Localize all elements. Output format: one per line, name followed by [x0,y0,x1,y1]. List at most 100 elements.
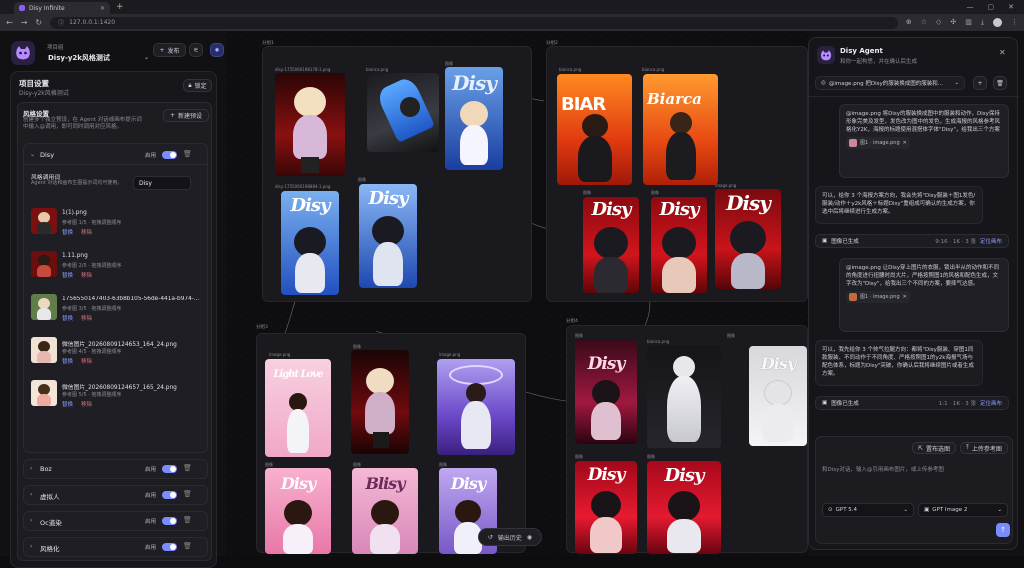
preset-card-boz[interactable]: › Boz 启用 🗑︎ [23,459,208,479]
canvas-group-2[interactable]: bianca.png BIAR bianca.png Biarca 图像 Dis… [546,46,808,302]
replace-link[interactable]: 替换 [62,357,73,365]
canvas-group-1[interactable]: disy-1755060198178-1.png bianca.png 图像 D… [262,46,532,302]
enable-toggle[interactable] [162,465,177,473]
canvas-image[interactable] [647,346,721,448]
image-canvas[interactable]: 分组1 disy-1755060198178-1.png bianca.png … [226,31,808,556]
enable-toggle[interactable] [162,517,177,525]
close-icon[interactable]: ✕ [903,293,907,301]
new-tab-icon[interactable]: + [116,2,124,12]
locate-canvas-link[interactable]: 定位画布 [980,399,1002,407]
session-select[interactable]: ◎ @image.png 把Disy的服装换成图的服装和... ⌄ [815,76,965,90]
text-model-select[interactable]: ⊙ GPT 5.4 ⌄ [822,503,914,517]
lock-button[interactable]: 🔒︎ 锁定 [183,79,212,92]
replace-link[interactable]: 替换 [62,228,73,236]
canvas-image[interactable] [437,359,515,455]
back-icon[interactable]: ← [6,18,13,27]
extensions-puzzle-icon[interactable]: ✣ [950,18,956,27]
replace-link[interactable]: 替换 [62,314,73,322]
locate-canvas-link[interactable]: 定位画布 [980,237,1002,245]
theme-toggle-button[interactable]: ✹ [210,43,224,57]
split-view-icon[interactable]: ▥ [965,18,972,27]
remove-link[interactable]: 移除 [81,400,92,408]
output-history-button[interactable]: ↺ 输出历史 ◉ [478,528,542,546]
image-label: image.png [269,352,291,357]
canvas-image[interactable]: Light Love [265,359,331,457]
new-session-button[interactable]: + [973,76,987,90]
canvas-image[interactable]: Disy [359,184,417,288]
user-message: @image.png 让Disy穿上图片的衣服，锁出半从的动作和不同的角度进行扭… [839,258,1009,332]
canvas-image[interactable]: BIAR [557,74,632,185]
project-select[interactable]: Disy-y2k风格测试 ⌄ [44,51,150,64]
trash-icon[interactable]: 🗑︎ [183,490,192,498]
message-input[interactable]: 和Disy对话，输入@引用画布图片，或上传参考图 [822,465,1008,473]
canvas-image[interactable] [275,73,345,176]
upload-reference-button[interactable]: ⤒ 上传参考图 [960,442,1008,454]
reference-filename: 1(1).png [62,210,87,216]
canvas-image[interactable]: Biarca [643,74,718,185]
settings-sliders-button[interactable]: ⚟ [189,43,203,57]
canvas-image[interactable]: Disy [715,189,781,289]
agent-panel: Disy Agent 和你一起构思，并在确认后生成 ✕ ◎ @image.png… [808,37,1019,550]
canvas-image[interactable]: Disy [265,468,331,554]
style-section-desc: 创建多个独立预设，在 Agent 对话或画布提示词中输入@调用，即可同时调用对应… [23,117,142,130]
attachment-chip[interactable]: 图1 · image.png ✕ [846,137,910,149]
canvas-image[interactable]: Blisy [352,468,418,554]
canvas-image[interactable]: Disy [575,461,637,554]
canvas-group-3[interactable]: image.png Light Love 图像 image.png 图像 Dis… [256,333,526,554]
remove-link[interactable]: 移除 [81,228,92,236]
canvas-image[interactable]: Disy [575,340,637,444]
enable-toggle[interactable] [162,543,177,551]
canvas-image[interactable]: Disy [651,197,707,293]
forward-icon[interactable]: → [21,18,28,27]
trash-icon[interactable]: 🗑︎ [183,516,192,524]
canvas-image[interactable]: Disy [583,197,639,293]
trash-icon[interactable]: 🗑︎ [183,150,192,158]
extension-icon[interactable]: ◇ [936,18,941,27]
browser-menu-icon[interactable]: ⋮ [1011,18,1018,27]
replace-link[interactable]: 替换 [62,400,73,408]
publish-button[interactable]: + 发布 [153,43,186,57]
close-icon[interactable]: ✕ [903,139,907,147]
preset-card-stylized[interactable]: › 风格化 启用 🗑︎ [23,537,208,557]
new-preset-button[interactable]: + 新建预设 [163,109,209,122]
minimize-icon[interactable]: — [967,3,974,11]
canvas-image[interactable]: Disy [445,67,503,170]
browser-tab[interactable]: Disy Infinite ✕ [14,2,110,14]
close-window-icon[interactable]: ✕ [1008,3,1014,11]
close-panel-icon[interactable]: ✕ [999,48,1006,57]
profile-avatar[interactable] [993,18,1002,27]
canvas-image[interactable] [367,73,439,152]
canvas-image[interactable] [351,350,409,454]
address-bar[interactable]: ⓘ 127.0.0.1:1420 [50,16,898,29]
attachment-chip[interactable]: 图1 · image.png ✕ [846,291,910,303]
site-info-icon[interactable]: ⓘ [58,18,64,27]
delete-session-button[interactable]: 🗑︎ [993,76,1007,90]
keyword-input[interactable]: Disy [133,176,191,190]
maximize-icon[interactable]: ▢ [988,3,995,11]
trash-icon[interactable]: 🗑︎ [183,542,192,550]
image-model-select[interactable]: ▣ GPT Image 2 ⌄ [918,503,1008,517]
send-button[interactable]: ↑ [996,523,1010,537]
canvas-image[interactable]: Disy [749,346,807,446]
remove-link[interactable]: 移除 [81,314,92,322]
preset-card-oc[interactable]: › Oc道染 启用 🗑︎ [23,511,208,531]
download-icon[interactable]: ⤓ [981,18,984,27]
canvas-group-4[interactable]: 图像 Disy bianca.png 图像 Disy 图像 Disy 图像 Di… [566,325,808,554]
canvas-image[interactable]: Disy [647,461,721,554]
replace-link[interactable]: 替换 [62,271,73,279]
chevron-down-icon[interactable]: ⌄ [30,151,35,158]
bookmark-star-icon[interactable]: ☆ [921,18,927,27]
reference-meta: 参考图 4/5 · 拖拽调整顺序 [62,349,122,355]
trash-icon[interactable]: 🗑︎ [183,464,192,472]
pick-canvas-image-button[interactable]: ⇱ 置布选图 [912,442,956,454]
zoom-icon[interactable]: ⊕ [906,18,912,27]
canvas-image[interactable]: Disy [281,191,339,295]
preset-card-virtual-human[interactable]: › 虚拟人 启用 🗑︎ [23,485,208,505]
enable-toggle[interactable] [162,151,177,159]
remove-link[interactable]: 移除 [81,357,92,365]
enable-toggle[interactable] [162,491,177,499]
reload-icon[interactable]: ↻ [35,18,42,27]
close-tab-icon[interactable]: ✕ [100,5,105,12]
preset-name: Boz [40,465,52,473]
remove-link[interactable]: 移除 [81,271,92,279]
